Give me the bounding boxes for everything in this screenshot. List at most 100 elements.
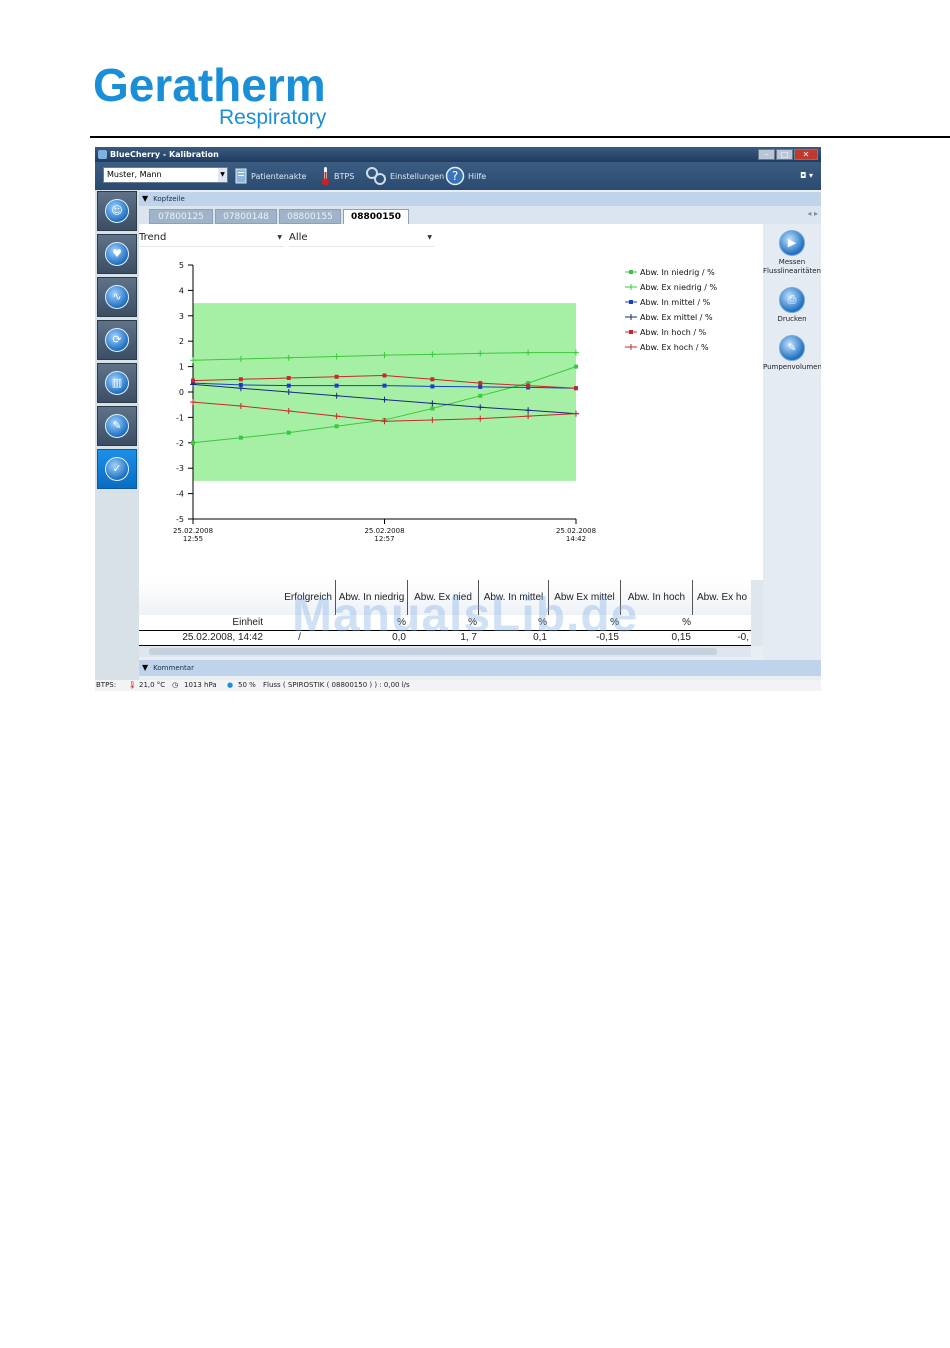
data-point [382, 383, 387, 388]
maximize-button[interactable]: □ [776, 149, 793, 160]
printer-icon: ⎙ [779, 287, 805, 313]
tab-device-2[interactable]: 07800148 [215, 209, 277, 224]
y-tick-label: 1 [179, 363, 184, 372]
comment-section-toggle[interactable]: ▼ Kommentar [139, 660, 821, 676]
chevron-down-icon[interactable]: ▼ [218, 168, 227, 182]
status-humidity: 50 % [238, 681, 256, 689]
status-temperature: 21,0 °C [139, 681, 166, 689]
thermometer-icon: 🌡 [128, 681, 137, 689]
patient-file-label: Patientenakte [251, 171, 307, 181]
y-tick-label: 5 [179, 261, 184, 270]
wrench-icon: ✓ [105, 457, 129, 481]
table-horizontal-scrollbar[interactable] [139, 646, 751, 657]
table-vertical-scrollbar[interactable] [751, 580, 763, 646]
tab-device-4[interactable]: 08800150 [343, 209, 409, 224]
patient-name: Muster, Mann [107, 170, 162, 179]
pump-label: Pumpenvolumen [763, 363, 821, 371]
legend-swatch-marker [628, 344, 634, 350]
help-icon: ? [445, 166, 465, 186]
clock-icon: ◷ [172, 681, 179, 689]
toolbar-right-controls[interactable]: ◘ ▾ [800, 171, 813, 180]
data-point [191, 440, 195, 445]
pump-volume-button[interactable]: ✎ Pumpenvolumen [763, 335, 821, 372]
header-section-label: Kopfzeile [153, 195, 185, 203]
play-icon: ▶ [779, 230, 805, 256]
x-tick-label-time: 14:42 [566, 535, 586, 543]
print-button[interactable]: ⎙ Drucken [763, 287, 821, 324]
nav-patient-button[interactable]: ☺ [97, 191, 137, 231]
data-point [526, 383, 531, 388]
nav-diffusion-button[interactable]: ⟳ [97, 320, 137, 360]
device-tabs: 07800125 07800148 08800155 08800150 ◂ ▸ [139, 206, 821, 224]
data-point [238, 435, 243, 440]
watermark: ManualsLib.de [292, 589, 639, 642]
y-tick-label: 4 [179, 286, 184, 295]
pen-icon: ✎ [105, 414, 129, 438]
nav-ecg-button[interactable]: ♥ [97, 234, 137, 274]
tab-scroll-arrows[interactable]: ◂ ▸ [807, 209, 818, 218]
measure-label-2: Flusslinearitäten [763, 267, 821, 275]
data-point [478, 393, 483, 398]
settings-button[interactable]: Einstellungen [365, 162, 444, 190]
unit-row-label: Einheit [232, 617, 263, 628]
collapse-triangle-icon: ▼ [142, 663, 149, 672]
row-date[interactable]: 25.02.2008, 14:42 [139, 631, 265, 645]
data-point [286, 376, 291, 381]
legend-label: Abw. Ex hoch / % [640, 343, 709, 352]
data-point [334, 383, 339, 388]
nav-calibration-button[interactable]: ✓ [97, 449, 137, 489]
legend-swatch-marker [629, 330, 633, 334]
y-tick-label: -5 [176, 515, 184, 524]
tab-device-1[interactable]: 07800125 [149, 209, 213, 224]
data-point [478, 381, 483, 386]
logo-sub: Respiratory [219, 106, 327, 129]
patient-select[interactable]: Muster, Mann ▼ [103, 167, 228, 183]
x-tick-label-date: 25.02.2008 [364, 527, 404, 535]
legend-label: Abw. In hoch / % [640, 328, 707, 337]
help-label: Hilfe [468, 171, 487, 181]
patient-icon: ☺ [105, 199, 129, 223]
nav-pen-button[interactable]: ✎ [97, 406, 137, 446]
data-point [191, 378, 195, 383]
x-tick-label-date: 25.02.2008 [556, 527, 596, 535]
app-icon [98, 150, 107, 159]
window-controls: – □ ✕ [757, 149, 818, 160]
data-point [430, 406, 435, 411]
window-title: BlueCherry - Kalibration [110, 150, 219, 159]
nav-spirometry-button[interactable]: ∿ [97, 277, 137, 317]
legend-swatch-marker [628, 314, 634, 320]
help-button[interactable]: ? Hilfe [445, 162, 486, 190]
pump-icon: ✎ [779, 335, 805, 361]
y-tick-label: -4 [176, 490, 184, 499]
data-point [574, 364, 578, 369]
col-header-ex-high[interactable]: Abw. Ex ho [693, 580, 751, 615]
legend-label: Abw. Ex niedrig / % [640, 283, 717, 292]
heart-icon: ♥ [105, 242, 129, 266]
comment-section-label: Kommentar [153, 664, 194, 672]
data-point [286, 430, 291, 435]
status-pressure: 1013 hPa [184, 681, 217, 689]
header-section-toggle[interactable]: ▼ Kopfzeile [139, 192, 821, 206]
close-button[interactable]: ✕ [794, 149, 818, 160]
data-point [382, 373, 387, 378]
status-btps-label: BTPS: [96, 681, 117, 689]
logo-brand: Geratherm [93, 59, 326, 111]
data-point [238, 377, 243, 382]
bars-icon: ▥ [105, 371, 129, 395]
y-tick-label: 2 [179, 337, 184, 346]
toolbar: Muster, Mann ▼ Patientenakte BTPS Einste… [95, 162, 821, 190]
minimize-button[interactable]: – [758, 149, 775, 160]
tab-device-3[interactable]: 08800155 [279, 209, 341, 224]
y-tick-label: 0 [179, 388, 184, 397]
scroll-thumb[interactable] [149, 648, 717, 655]
btps-button[interactable]: BTPS [319, 162, 354, 190]
action-panel: ▶ Messen Flusslinearitäten ⎙ Drucken ✎ P… [763, 224, 821, 675]
measure-linearity-button[interactable]: ▶ Messen Flusslinearitäten [763, 230, 821, 276]
x-tick-label-time: 12:55 [183, 535, 203, 543]
nav-ergometry-button[interactable]: ▥ [97, 363, 137, 403]
y-tick-label: -1 [176, 413, 184, 422]
svg-text:?: ? [452, 169, 458, 183]
y-tick-label: 3 [179, 312, 184, 321]
print-label: Drucken [777, 315, 807, 323]
patient-file-button[interactable]: Patientenakte [234, 162, 306, 190]
